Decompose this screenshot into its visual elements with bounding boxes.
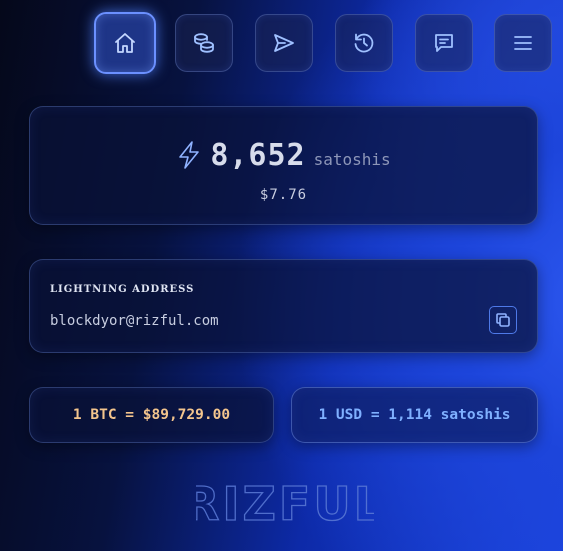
coins-icon (194, 33, 214, 53)
btc-rate-text: 1 BTC = $89,729.00 (72, 407, 231, 423)
chat-icon (435, 34, 453, 52)
nav-home-button[interactable] (94, 12, 156, 74)
lightning-address-label: LIGHTNING ADDRESS (50, 284, 195, 295)
btc-rate-card[interactable]: 1 BTC = $89,729.00 (29, 387, 274, 443)
top-navigation (94, 12, 554, 74)
send-icon (274, 34, 294, 52)
balance-unit: satoshis (313, 150, 391, 169)
home-icon (115, 33, 135, 53)
copy-icon (496, 313, 510, 327)
rizful-logo: RIZFUL (183, 472, 383, 532)
usd-rate-text: 1 USD = 1,114 satoshis (318, 407, 511, 423)
nav-menu-button[interactable] (494, 14, 552, 72)
logo-text: RIZFUL (196, 477, 374, 531)
nav-messages-button[interactable] (415, 14, 473, 72)
nav-coins-button[interactable] (175, 14, 233, 72)
lightning-address-value[interactable]: blockdyor@rizful.com (50, 313, 219, 329)
balance-card: 8,652 satoshis $7.76 (29, 106, 538, 225)
copy-address-button[interactable] (489, 306, 517, 334)
balance-amount: 8,652 (210, 138, 306, 173)
nav-send-button[interactable] (255, 14, 313, 72)
usd-rate-card[interactable]: 1 USD = 1,114 satoshis (291, 387, 538, 443)
menu-icon (514, 36, 532, 50)
history-icon (354, 33, 374, 53)
balance-row: 8,652 satoshis (30, 135, 537, 173)
lightning-bolt-icon (176, 140, 202, 170)
balance-fiat-value: $7.76 (259, 187, 308, 203)
lightning-address-card: LIGHTNING ADDRESS blockdyor@rizful.com (29, 259, 538, 353)
nav-history-button[interactable] (335, 14, 393, 72)
